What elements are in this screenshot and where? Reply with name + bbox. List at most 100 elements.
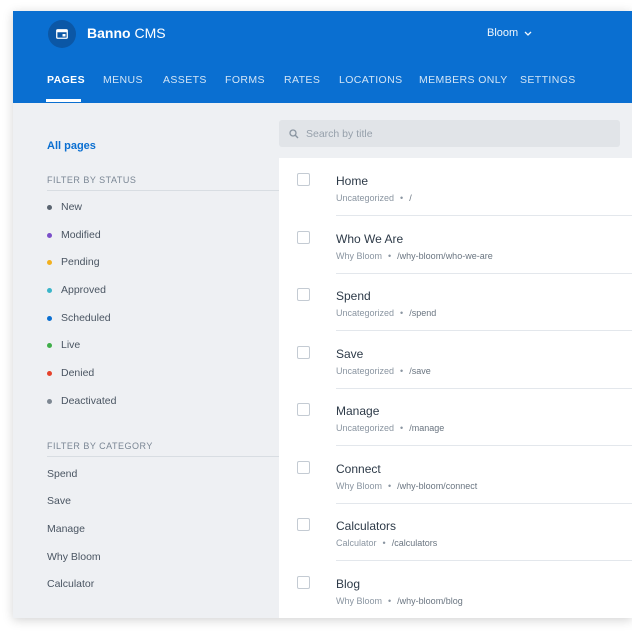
page-title[interactable]: Connect xyxy=(336,462,381,476)
list-item[interactable]: Manage Uncategorized • /manage xyxy=(279,388,632,446)
meta-separator: • xyxy=(388,596,392,606)
category-filter-calculator[interactable]: Calculator xyxy=(47,578,94,590)
row-checkbox[interactable] xyxy=(297,403,310,416)
app-logo[interactable] xyxy=(48,20,76,48)
status-label: Approved xyxy=(61,284,106,296)
tab-pages[interactable]: PAGES xyxy=(47,74,85,86)
category-filter-why-bloom[interactable]: Why Bloom xyxy=(47,551,101,563)
all-pages-link[interactable]: All pages xyxy=(47,140,96,152)
tab-forms[interactable]: FORMS xyxy=(225,74,265,86)
page-title[interactable]: Spend xyxy=(336,289,371,303)
page-title[interactable]: Calculators xyxy=(336,519,396,533)
status-label: Scheduled xyxy=(61,312,111,324)
list-item[interactable]: Calculators Calculator • /calculators xyxy=(279,503,632,561)
row-checkbox[interactable] xyxy=(297,288,310,301)
tab-members-only[interactable]: MEMBERS ONLY xyxy=(419,74,508,86)
chevron-down-icon xyxy=(524,31,532,36)
row-checkbox[interactable] xyxy=(297,576,310,589)
page-title[interactable]: Blog xyxy=(336,577,360,591)
tab-assets[interactable]: ASSETS xyxy=(163,74,207,86)
status-filter-modified[interactable]: Modified xyxy=(47,229,101,241)
status-filter-scheduled[interactable]: Scheduled xyxy=(47,312,111,324)
page-meta: Uncategorized • / xyxy=(336,193,412,203)
page-category: Calculator xyxy=(336,538,377,548)
meta-separator: • xyxy=(382,538,386,548)
search-input[interactable] xyxy=(306,127,586,140)
page-meta: Why Bloom • /why-bloom/blog xyxy=(336,596,463,606)
status-label: Live xyxy=(61,339,81,351)
page-path: /spend xyxy=(409,308,437,318)
page-list: Home Uncategorized • / Who We Are Why Bloo… xyxy=(279,158,632,618)
page-meta: Uncategorized • /manage xyxy=(336,423,444,433)
page-category: Why Bloom xyxy=(336,251,383,261)
status-dot xyxy=(47,342,52,348)
divider xyxy=(47,190,279,191)
row-checkbox[interactable] xyxy=(297,461,310,474)
page-category: Uncategorized xyxy=(336,366,395,376)
list-item[interactable]: Spend Uncategorized • /spend xyxy=(279,273,632,331)
sidebar: All pages FILTER BY STATUS New Modified … xyxy=(13,103,279,618)
status-dot xyxy=(47,232,52,238)
tab-locations[interactable]: LOCATIONS xyxy=(339,74,403,86)
category-filter-save[interactable]: Save xyxy=(47,495,71,507)
status-dot xyxy=(47,259,52,265)
status-filter-live[interactable]: Live xyxy=(47,339,80,351)
tab-settings[interactable]: SETTINGS xyxy=(520,74,576,86)
divider xyxy=(47,456,279,457)
cms-window: Banno CMS Bloom PAGES MENUS ASSETS FORMS… xyxy=(13,11,632,618)
status-filter-approved[interactable]: Approved xyxy=(47,284,106,296)
page-meta: Why Bloom • /why-bloom/who-we-are xyxy=(336,251,493,261)
page-meta: Calculator • /calculators xyxy=(336,538,437,548)
page-path: /manage xyxy=(409,423,445,433)
top-bar: Banno CMS Bloom PAGES MENUS ASSETS FORMS… xyxy=(13,11,632,103)
category-filter-manage[interactable]: Manage xyxy=(47,523,85,535)
page-title[interactable]: Save xyxy=(336,347,363,361)
status-dot xyxy=(47,287,52,293)
meta-separator: • xyxy=(388,251,392,261)
list-item[interactable]: Home Uncategorized • / xyxy=(279,158,632,216)
bank-selector[interactable]: Bloom xyxy=(487,27,532,39)
status-label: Deactivated xyxy=(61,395,117,407)
page-category: Uncategorized xyxy=(336,423,395,433)
page-meta: Uncategorized • /save xyxy=(336,366,431,376)
list-item[interactable]: Save Uncategorized • /save xyxy=(279,331,632,389)
status-label: New xyxy=(61,201,83,213)
row-checkbox[interactable] xyxy=(297,518,310,531)
category-filter-spend[interactable]: Spend xyxy=(47,468,77,480)
status-label: Denied xyxy=(61,367,95,379)
status-label: Modified xyxy=(61,229,101,241)
status-dot xyxy=(47,398,52,404)
page-title[interactable]: Manage xyxy=(336,404,379,418)
page-category: Why Bloom xyxy=(336,481,383,491)
status-filter-deactivated[interactable]: Deactivated xyxy=(47,395,116,407)
row-checkbox[interactable] xyxy=(297,173,310,186)
page-meta: Why Bloom • /why-bloom/connect xyxy=(336,481,477,491)
page-meta: Uncategorized • /spend xyxy=(336,308,436,318)
meta-separator: • xyxy=(400,423,404,433)
status-dot xyxy=(47,204,52,210)
meta-separator: • xyxy=(400,193,404,203)
page-path: /why-bloom/who-we-are xyxy=(397,251,493,261)
bank-name: Bloom xyxy=(487,27,519,39)
browser-window-icon xyxy=(56,29,68,39)
status-filter-denied[interactable]: Denied xyxy=(47,367,94,379)
page-path: /why-bloom/blog xyxy=(397,596,463,606)
list-item[interactable]: Connect Why Bloom • /why-bloom/connect xyxy=(279,446,632,504)
page-title[interactable]: Who We Are xyxy=(336,232,403,246)
list-item[interactable]: Who We Are Why Bloom • /why-bloom/who-we-a… xyxy=(279,216,632,274)
tab-menus[interactable]: MENUS xyxy=(103,74,143,86)
status-filter-pending[interactable]: Pending xyxy=(47,256,100,268)
app-brand: Banno xyxy=(87,25,131,41)
page-path: /calculators xyxy=(391,538,438,548)
row-checkbox[interactable] xyxy=(297,231,310,244)
status-dot xyxy=(47,370,52,376)
page-title[interactable]: Home xyxy=(336,174,368,188)
tab-rates[interactable]: RATES xyxy=(284,74,320,86)
search-box xyxy=(279,120,620,147)
row-checkbox[interactable] xyxy=(297,346,310,359)
list-item[interactable]: Blog Why Bloom • /why-bloom/blog xyxy=(279,561,632,618)
page-path: /why-bloom/connect xyxy=(397,481,478,491)
page-path: / xyxy=(409,193,412,203)
status-filter-new[interactable]: New xyxy=(47,201,82,213)
main-nav: PAGES MENUS ASSETS FORMS RATES LOCATIONS… xyxy=(13,61,632,103)
